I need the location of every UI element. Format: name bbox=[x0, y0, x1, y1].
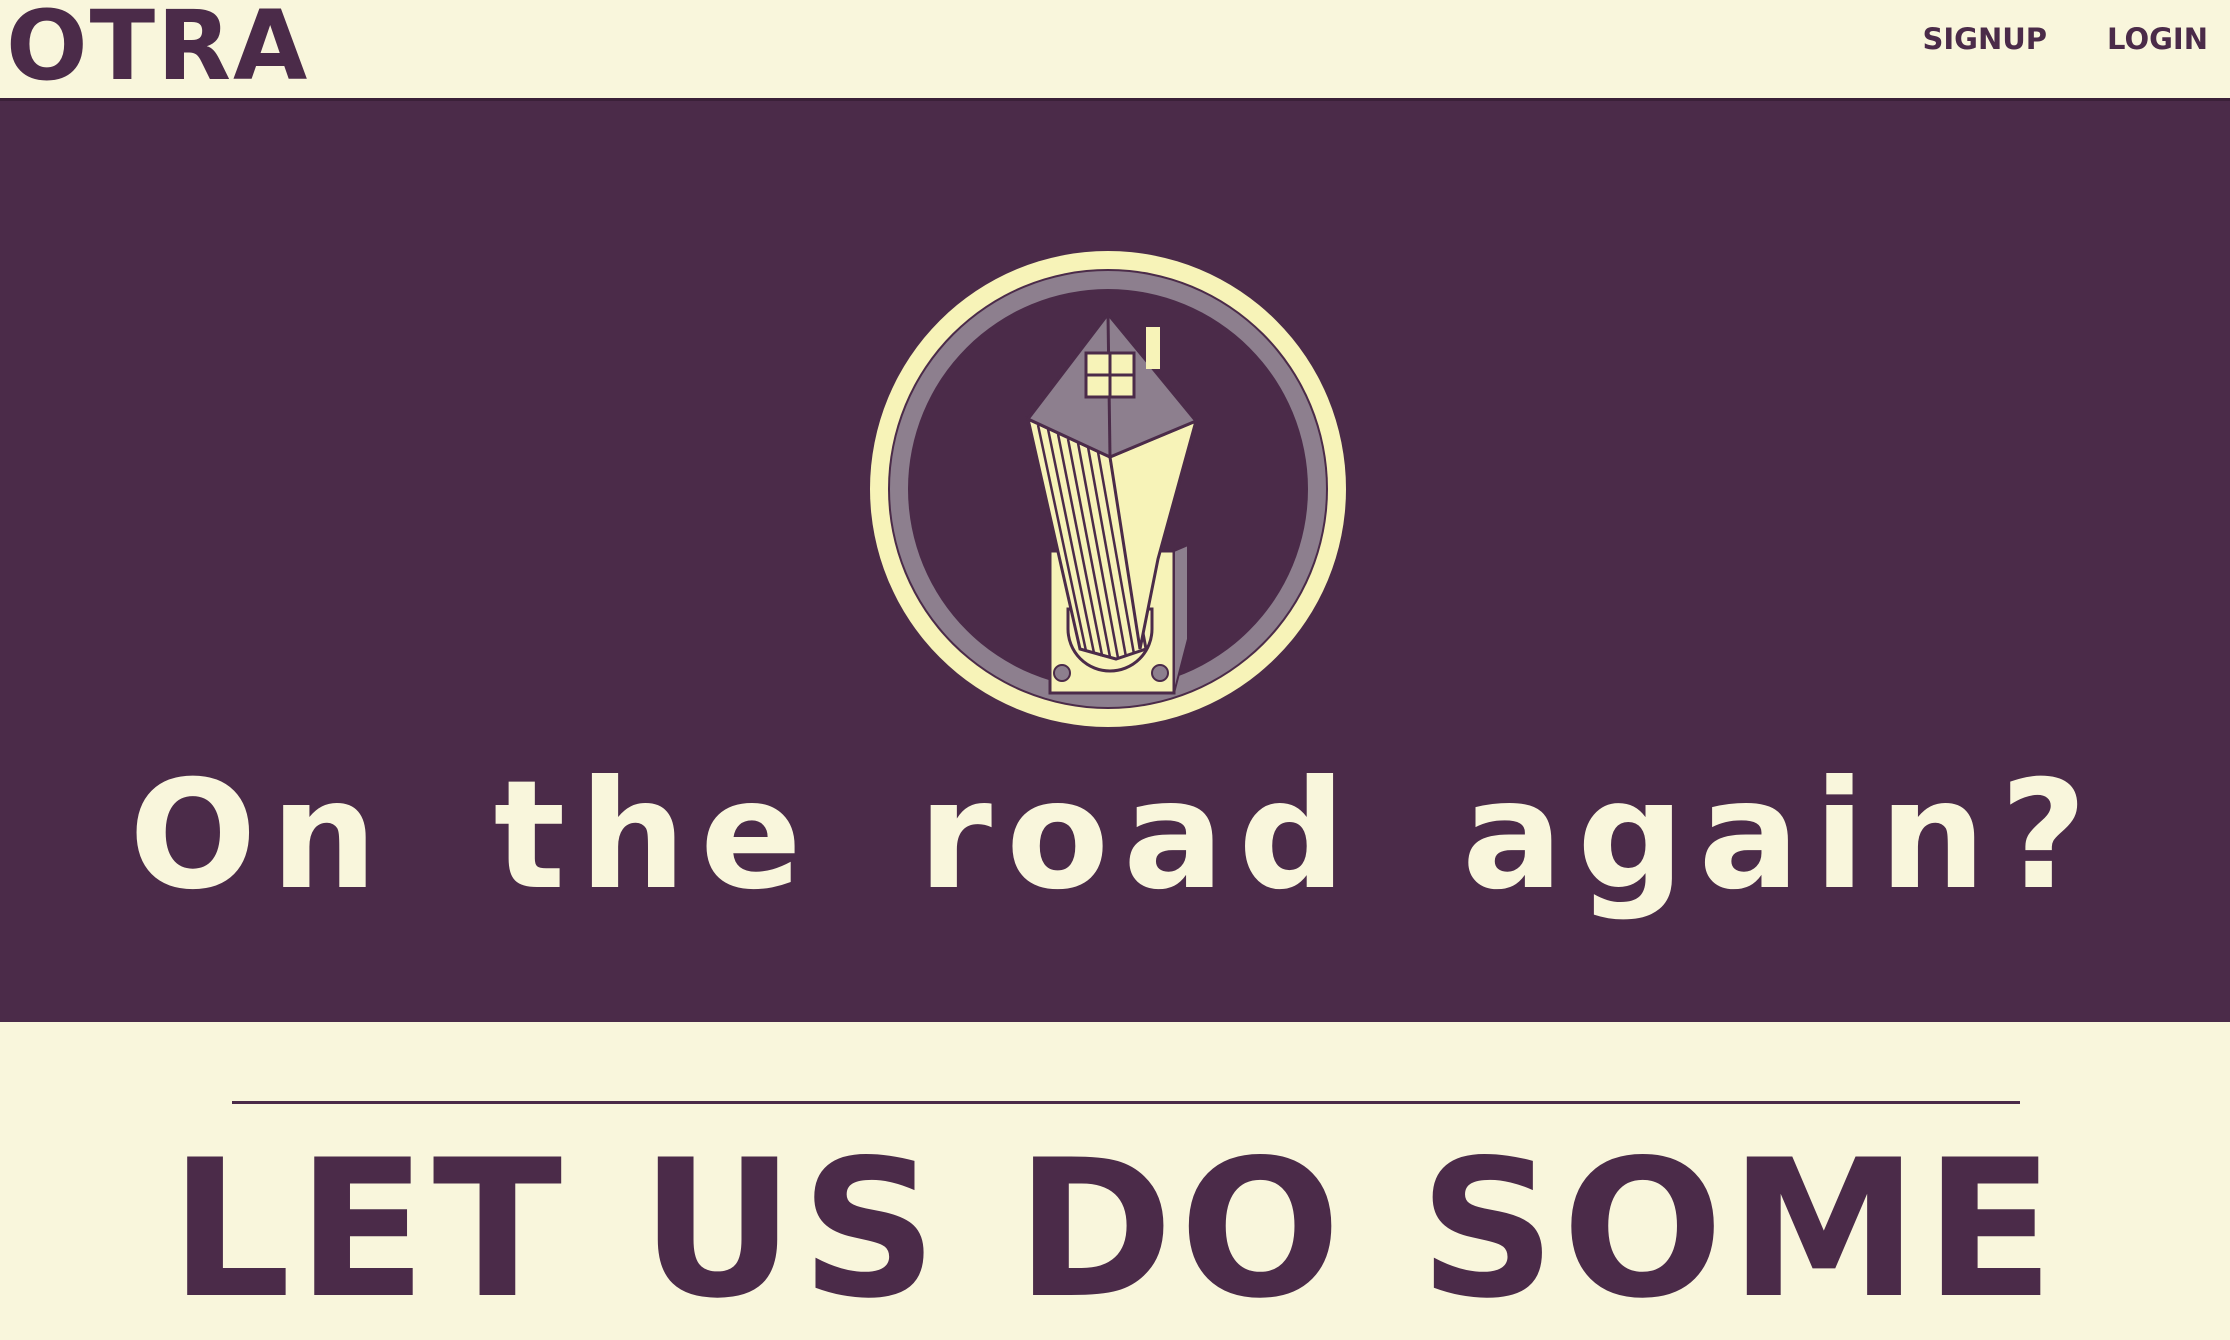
section-heading: LET US DO SOME bbox=[169, 1119, 2061, 1340]
hero-tagline: On the road again? bbox=[129, 749, 2101, 923]
house-on-trailer-icon bbox=[870, 251, 1346, 727]
top-navbar: OTRA SIGNUP LOGIN bbox=[0, 0, 2230, 101]
section-divider bbox=[232, 1101, 2020, 1104]
header-nav: SIGNUP LOGIN bbox=[1922, 22, 2208, 56]
hero-section: On the road again? bbox=[0, 101, 2230, 1022]
login-link[interactable]: LOGIN bbox=[2107, 22, 2208, 56]
signup-link[interactable]: SIGNUP bbox=[1922, 22, 2047, 56]
logo[interactable]: OTRA bbox=[6, 0, 309, 94]
